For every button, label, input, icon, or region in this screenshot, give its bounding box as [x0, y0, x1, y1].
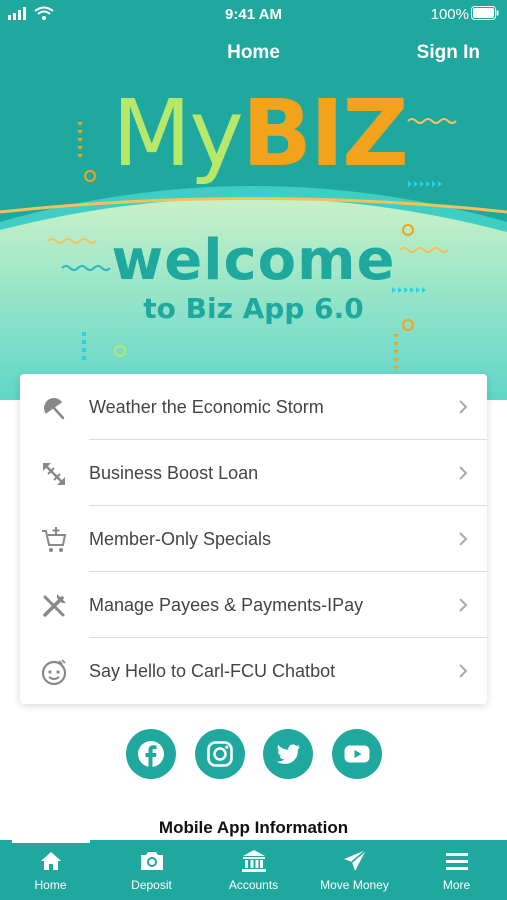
- tab-deposit[interactable]: Deposit: [101, 848, 202, 898]
- menu-item-manage-payees[interactable]: Manage Payees & Payments-IPay: [20, 572, 487, 638]
- battery-icon: [471, 6, 499, 24]
- social-links: [126, 729, 382, 779]
- menu-item-member-specials[interactable]: Member-Only Specials: [20, 506, 487, 572]
- mybiz-logo: MyBIZ: [112, 88, 409, 180]
- menu-item-chatbot[interactable]: Say Hello to Carl-FCU Chatbot: [20, 638, 487, 704]
- chevron-right-icon: [459, 466, 468, 480]
- menu-item-label: Say Hello to Carl-FCU Chatbot: [89, 661, 336, 681]
- tab-label: Deposit: [131, 878, 172, 892]
- twitter-button[interactable]: [263, 729, 313, 779]
- send-icon: [343, 849, 366, 871]
- instagram-icon: [207, 741, 233, 767]
- menu-item-label: Business Boost Loan: [89, 463, 259, 483]
- bank-icon: [241, 850, 266, 872]
- menu-item-label: Manage Payees & Payments-IPay: [89, 595, 364, 615]
- camera-icon: [140, 852, 163, 870]
- twitter-icon: [276, 744, 300, 764]
- tab-label: Home: [34, 878, 67, 892]
- tab-label: Move Money: [320, 878, 389, 892]
- tab-more[interactable]: More: [406, 848, 507, 898]
- facebook-icon: [138, 741, 164, 767]
- mobile-app-info-link[interactable]: Mobile App Information: [0, 818, 507, 838]
- umbrella-icon: [44, 398, 65, 420]
- status-bar: 9:41 AM 100%: [0, 0, 507, 28]
- youtube-button[interactable]: [332, 729, 382, 779]
- tab-label: More: [442, 878, 471, 892]
- facebook-button[interactable]: [126, 729, 176, 779]
- logo-biz: BIZ: [241, 80, 409, 187]
- menu-card: Weather the Economic Storm Business Boos…: [20, 374, 487, 704]
- chevron-right-icon: [459, 598, 468, 612]
- tab-accounts[interactable]: Accounts: [203, 848, 304, 898]
- logo-my: My: [112, 80, 244, 187]
- chevron-right-icon: [459, 400, 468, 414]
- tools-icon: [43, 594, 66, 617]
- tab-move-money[interactable]: Move Money: [304, 848, 405, 898]
- chevron-right-icon: [459, 664, 468, 678]
- menu-item-label: Member-Only Specials: [89, 529, 272, 549]
- home-icon: [40, 852, 61, 870]
- menu-item-label: Weather the Economic Storm: [89, 397, 324, 417]
- active-tab-indicator: [12, 840, 90, 843]
- sign-in-button[interactable]: Sign In: [417, 42, 480, 64]
- menu-item-business-boost-loan[interactable]: Business Boost Loan: [20, 440, 487, 506]
- menu-item-weather-storm[interactable]: Weather the Economic Storm: [20, 374, 487, 440]
- chevron-right-icon: [459, 532, 468, 546]
- tab-bar: Home Deposit Accounts Move Money More: [0, 840, 507, 900]
- youtube-icon: [344, 745, 370, 763]
- hero-banner: 9:41 AM 100% Home Sign In MyBIZ welcome …: [0, 0, 507, 400]
- smiley-icon: [41, 659, 67, 686]
- arrows-expand-icon: [43, 463, 65, 485]
- cart-plus-icon: [42, 527, 67, 552]
- welcome-subheading: to Biz App 6.0: [143, 292, 364, 325]
- menu-icon: [445, 853, 468, 870]
- tab-home[interactable]: Home: [0, 848, 101, 898]
- instagram-button[interactable]: [195, 729, 245, 779]
- battery-percentage: 100%: [430, 6, 469, 23]
- tab-label: Accounts: [228, 878, 279, 892]
- welcome-heading: welcome: [111, 228, 396, 293]
